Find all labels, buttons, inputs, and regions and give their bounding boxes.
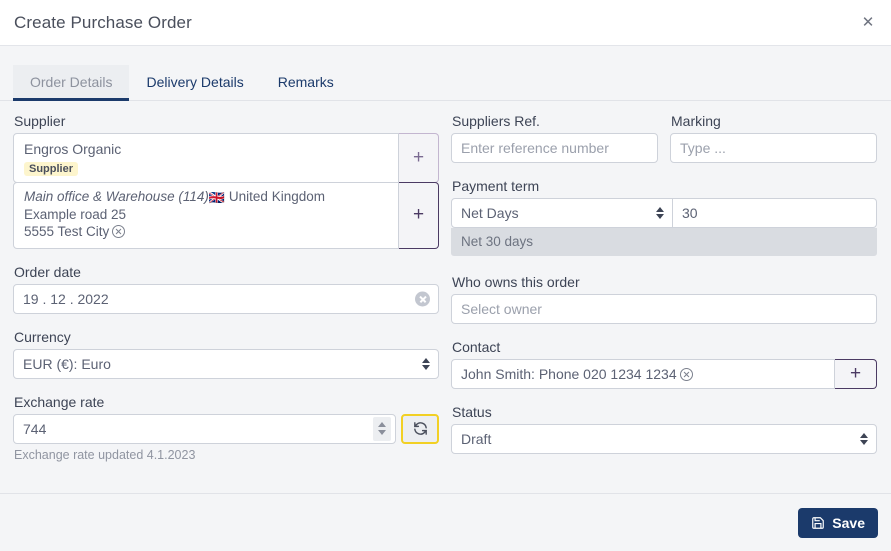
add-address-button[interactable]: + [399,182,439,249]
payment-term-label: Payment term [452,178,540,194]
owner-input[interactable] [451,294,877,324]
left-column: Supplier Engros Organic Supplier + Main … [13,113,439,547]
supplier-value-box[interactable]: Engros Organic Supplier [13,133,399,183]
status-select[interactable]: Draft [451,424,877,454]
clear-date-icon[interactable] [415,291,430,306]
exchange-rate-stepper[interactable] [373,416,391,441]
supplier-badge: Supplier [24,162,79,176]
tab-bar: Order Details Delivery Details Remarks [0,46,891,101]
exchange-rate-hint: Exchange rate updated 4.1.2023 [14,447,196,462]
supplier-group: Supplier Engros Organic Supplier + Main … [13,113,439,249]
marking-input[interactable] [670,133,877,163]
exchange-rate-input[interactable] [13,413,396,444]
save-floppy-icon [812,516,825,529]
contact-label: Contact [452,339,501,355]
owner-label: Who owns this order [452,274,580,290]
order-date-input[interactable] [13,283,439,314]
tab-delivery-details[interactable]: Delivery Details [129,65,260,101]
create-purchase-order-dialog: Create Purchase Order ✕ Order Details De… [0,0,891,551]
currency-group: Currency EUR (€): Euro [13,329,439,379]
marking-group: Marking [670,113,877,163]
supplier-country: United Kingdom [228,189,325,204]
dialog-header: Create Purchase Order ✕ [0,0,891,46]
close-icon[interactable]: ✕ [855,9,881,35]
supplier-address-row: Main office & Warehouse (114)🇬🇧 United K… [13,182,439,249]
page-title: Create Purchase Order [14,12,192,32]
remove-contact-icon[interactable] [679,367,693,381]
suppliers-ref-label: Suppliers Ref. [452,113,540,129]
currency-label: Currency [14,328,71,345]
supplier-name: Engros Organic [24,141,122,157]
remove-address-icon[interactable] [112,225,126,238]
dialog-body: Supplier Engros Organic Supplier + Main … [0,101,891,547]
supplier-street: Example road 25 [24,206,127,222]
refresh-exchange-rate-button[interactable] [401,413,439,444]
suppliers-ref-group: Suppliers Ref. [451,113,658,163]
refresh-icon [413,422,427,435]
status-group: Status Draft [451,404,877,454]
contact-value-box[interactable]: John Smith: Phone 020 1234 1234 [451,359,835,389]
ref-marking-row: Suppliers Ref. Marking [451,113,877,163]
order-date-label: Order date [14,263,81,280]
supplier-address-box[interactable]: Main office & Warehouse (114)🇬🇧 United K… [13,182,399,249]
supplier-row: Engros Organic Supplier + [13,133,439,183]
contact-value: John Smith: Phone 020 1234 1234 [461,366,677,382]
owner-group: Who owns this order [451,274,877,324]
tab-order-details[interactable]: Order Details [13,65,130,101]
contact-group: Contact John Smith: Phone 020 1234 1234 … [451,339,877,389]
right-column: Suppliers Ref. Marking Payment term Net … [451,113,877,547]
save-button[interactable]: Save [798,507,878,538]
add-contact-button[interactable]: + [835,359,877,389]
tab-remarks[interactable]: Remarks [261,65,351,101]
supplier-city: 5555 Test City [24,224,110,239]
currency-select[interactable]: EUR (€): Euro [13,348,439,379]
payment-term-type-select[interactable]: Net Days [451,198,673,228]
supplier-office: Main office & Warehouse (114) [24,189,209,204]
dialog-footer: Save [0,493,891,551]
payment-term-days-input[interactable] [673,198,877,228]
exchange-rate-label: Exchange rate [14,393,105,410]
payment-term-group: Payment term Net Days Net 30 days [451,178,877,256]
order-date-group: Order date [13,264,439,314]
status-label: Status [452,404,492,420]
payment-term-hint: Net 30 days [451,228,877,256]
add-supplier-button[interactable]: + [399,133,439,183]
uk-flag-icon: 🇬🇧 [208,190,226,205]
suppliers-ref-input[interactable] [451,133,658,163]
exchange-rate-group: Exchange rate Exchange rate updated 4.1.… [13,394,439,462]
marking-label: Marking [671,113,721,129]
supplier-label: Supplier [14,113,66,129]
save-button-label: Save [832,514,865,531]
